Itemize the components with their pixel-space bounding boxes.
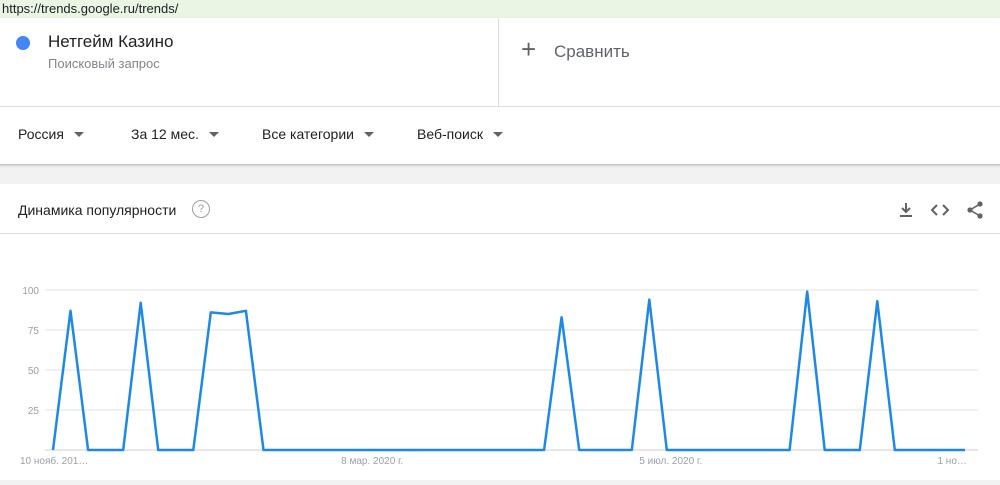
x-tick-label: 10 нояб. 201… [20, 455, 88, 467]
search-term-type: Поисковый запрос [48, 56, 160, 71]
embed-code-icon[interactable] [930, 200, 950, 220]
plus-icon: + [521, 34, 537, 64]
chevron-down-icon [208, 131, 219, 137]
filter-search-type[interactable]: Веб-поиск [417, 126, 503, 142]
series-color-dot [16, 36, 30, 50]
share-icon[interactable] [965, 200, 985, 220]
download-icon[interactable] [896, 200, 916, 220]
filter-time-range[interactable]: За 12 мес. [131, 126, 219, 142]
chart-title: Динамика популярности [18, 202, 177, 218]
chevron-down-icon [73, 131, 84, 137]
compare-label: Сравнить [554, 42, 630, 61]
y-tick-label: 100 [22, 286, 39, 297]
filter-region-label: Россия [18, 126, 64, 142]
filter-category[interactable]: Все категории [262, 126, 374, 142]
address-bar[interactable]: https://trends.google.ru/trends/ [0, 0, 1000, 18]
divider [0, 106, 1000, 107]
x-tick-label: 5 июл. 2020 г. [639, 456, 702, 467]
filter-search-type-label: Веб-поиск [417, 126, 483, 142]
y-tick-label: 25 [28, 406, 40, 417]
interest-over-time-card: Динамика популярности ? 25 50 75 100 10 нояб… [0, 184, 1000, 480]
search-term-box[interactable]: Нетгейм Казино Поисковый запрос [0, 18, 499, 106]
y-tick-label: 50 [28, 366, 40, 377]
search-term-name[interactable]: Нетгейм Казино [48, 32, 173, 52]
help-circle-icon[interactable]: ? [192, 200, 210, 218]
compare-button[interactable]: + Сравнить [499, 18, 1000, 106]
chevron-down-icon [492, 131, 503, 137]
chevron-down-icon [363, 131, 374, 137]
chart-svg: 25 50 75 100 10 нояб. 201… 8 мар. 2020 г. 5 ию… [20, 286, 978, 467]
interest-line-chart[interactable]: 25 50 75 100 10 нояб. 201… 8 мар. 2020 г. 5 ию… [0, 234, 1000, 480]
series-line [51, 290, 965, 452]
filter-category-label: Все категории [262, 126, 354, 142]
filter-region[interactable]: Россия [18, 126, 84, 142]
explore-header-card: Нетгейм Казино Поисковый запрос + Сравни… [0, 18, 1000, 165]
x-tick-label: 1 но… [937, 456, 966, 467]
y-tick-label: 75 [28, 326, 40, 337]
x-tick-label: 8 мар. 2020 г. [341, 456, 403, 467]
filter-time-range-label: За 12 мес. [131, 126, 199, 142]
